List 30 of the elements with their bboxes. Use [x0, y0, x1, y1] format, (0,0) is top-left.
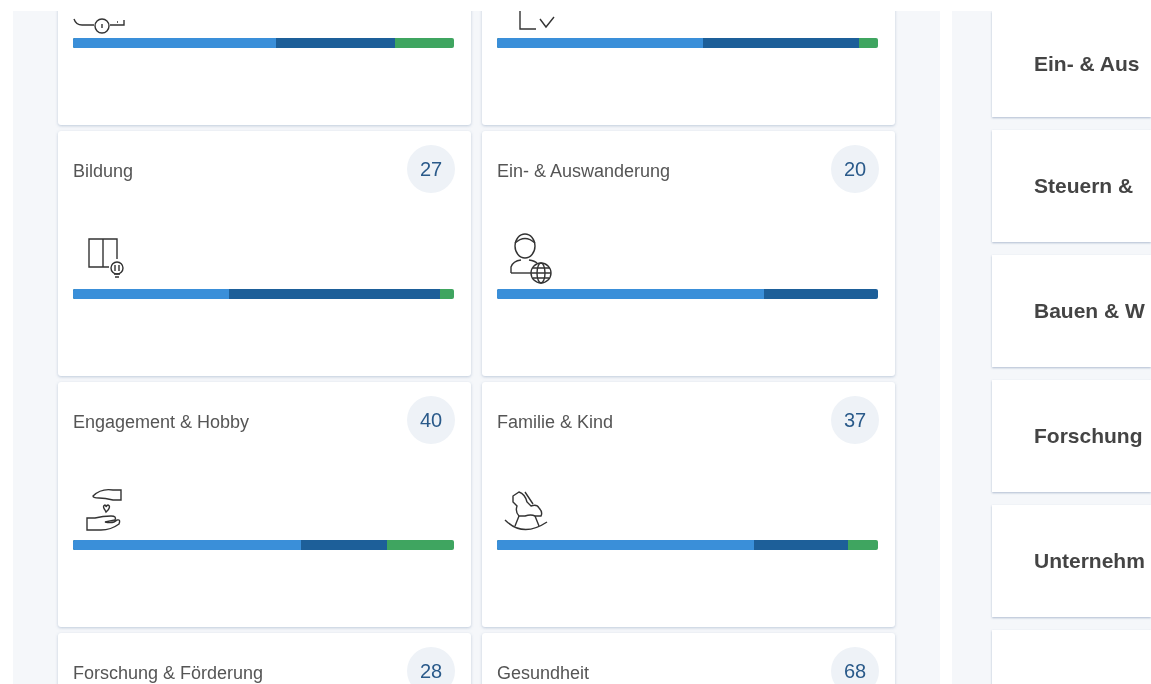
topic-title: Forschung	[1034, 424, 1143, 448]
category-title: Forschung & Förderung	[73, 662, 264, 684]
category-title: Gesundheit	[497, 662, 590, 684]
topic-card[interactable]: Bauen & W	[992, 255, 1151, 367]
topic-title: Ein- & Aus	[1034, 52, 1140, 76]
topic-card[interactable]: Forschung	[992, 380, 1151, 492]
count-badge: 68	[831, 647, 879, 684]
outline-icon	[519, 11, 555, 30]
count-badge: 40	[407, 396, 455, 444]
count-badge: 28	[407, 647, 455, 684]
category-card[interactable]: Familie & Kind 37	[482, 382, 895, 627]
topic-card[interactable]: Ein- & Aus	[992, 11, 1151, 117]
count-badge: 27	[407, 145, 455, 193]
category-title: Engagement & Hobby	[73, 411, 250, 433]
topic-title: Steuern &	[1034, 174, 1134, 198]
category-title: Familie & Kind	[497, 411, 614, 433]
category-title: Bildung	[73, 160, 134, 182]
category-title: Ein- & Auswanderung	[497, 160, 671, 182]
topic-title: Unternehm	[1034, 549, 1145, 573]
count-badge: 37	[831, 396, 879, 444]
category-card[interactable]: Gesundheit 68	[482, 633, 895, 684]
category-card[interactable]: Ein- & Auswanderung 20	[482, 131, 895, 376]
count-badge: 20	[831, 145, 879, 193]
topic-title: Bauen & W	[1034, 299, 1145, 323]
category-card[interactable]: Forschung & Förderung 28	[58, 633, 471, 684]
topic-card[interactable]: Unternehm	[992, 505, 1151, 617]
topic-card[interactable]: Steuern &	[992, 130, 1151, 242]
category-card[interactable]: Engagement & Hobby 40	[58, 382, 471, 627]
category-card[interactable]: Bildung 27	[58, 131, 471, 376]
outline-icon	[73, 18, 125, 34]
